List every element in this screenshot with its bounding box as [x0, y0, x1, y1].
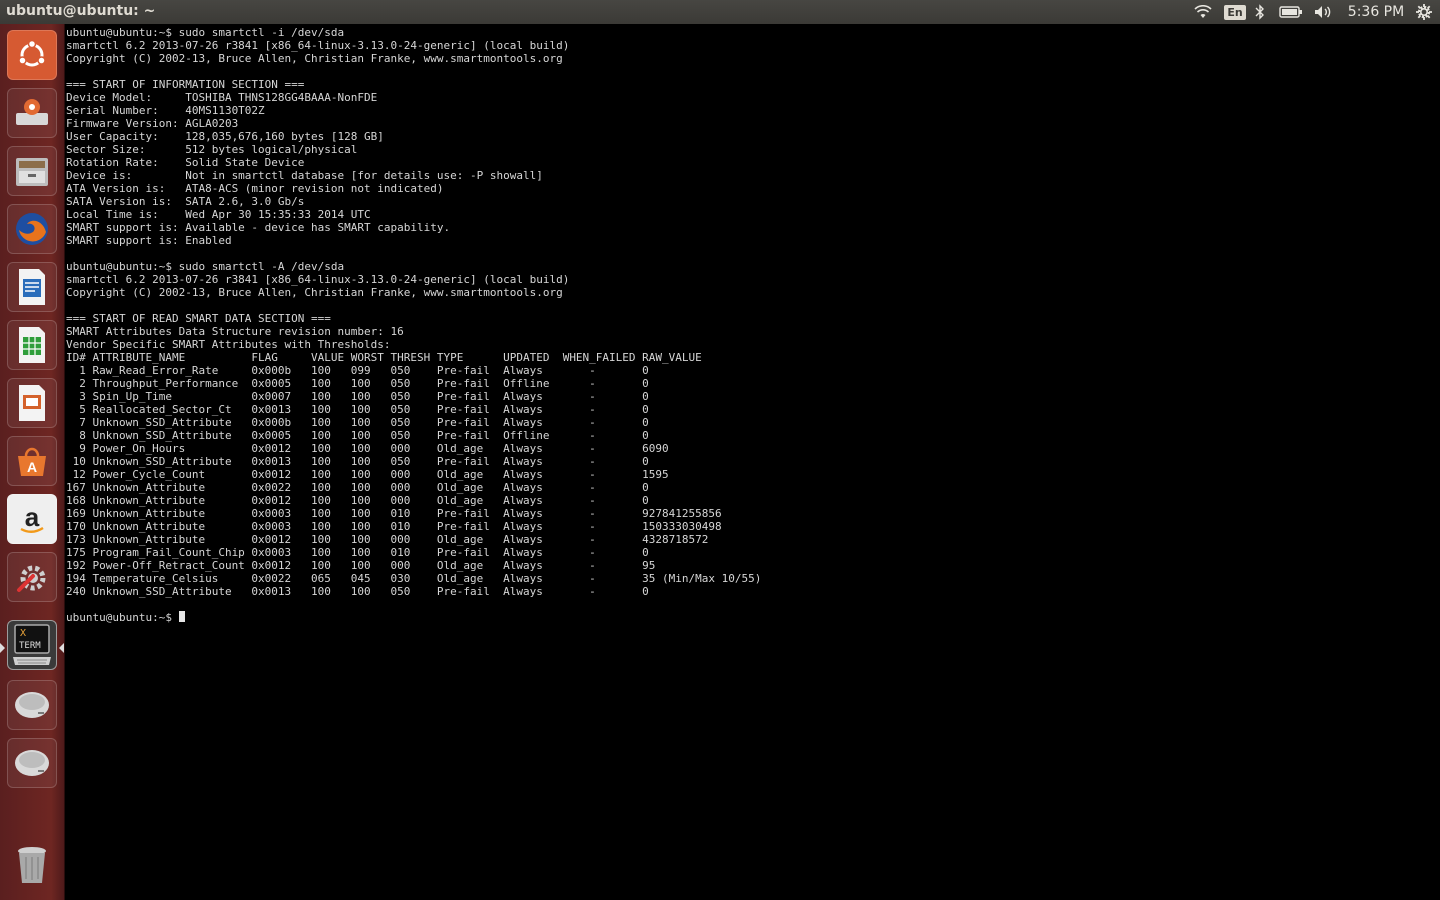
terminal-line: Firmware Version: AGLA0203 — [66, 117, 239, 130]
terminal-line: 169 Unknown_Attribute 0x0003 100 100 010… — [66, 507, 722, 520]
terminal-line: SATA Version is: SATA 2.6, 3.0 Gb/s — [66, 195, 305, 208]
terminal-line: === START OF READ SMART DATA SECTION === — [66, 312, 331, 325]
libreoffice-impress-icon[interactable] — [7, 378, 57, 428]
terminal-line: Copyright (C) 2002-13, Bruce Allen, Chri… — [66, 52, 563, 65]
svg-text:A: A — [27, 459, 37, 475]
terminal-line: Device is: Not in smartctl database [for… — [66, 169, 543, 182]
terminal-line: User Capacity: 128,035,676,160 bytes [12… — [66, 130, 384, 143]
terminal-line: 173 Unknown_Attribute 0x0012 100 100 000… — [66, 533, 709, 546]
svg-text:TERM: TERM — [19, 641, 41, 651]
terminal-cursor — [178, 611, 185, 622]
terminal-line: ID# ATTRIBUTE_NAME FLAG VALUE WORST THRE… — [66, 351, 702, 364]
terminal-output[interactable]: ubuntu@ubuntu:~$ sudo smartctl -i /dev/s… — [66, 26, 1436, 896]
terminal-line: smartctl 6.2 2013-07-26 r3841 [x86_64-li… — [66, 273, 570, 286]
amazon-icon[interactable]: a — [7, 494, 57, 544]
terminal-line: ubuntu@ubuntu:~$ sudo smartctl -i /dev/s… — [66, 26, 345, 39]
terminal-line: Device Model: TOSHIBA THNS128GG4BAAA-Non… — [66, 91, 378, 104]
terminal-line: 10 Unknown_SSD_Attribute 0x0013 100 100 … — [66, 455, 649, 468]
terminal-line: Sector Size: 512 bytes logical/physical — [66, 143, 358, 156]
terminal-prompt: ubuntu@ubuntu:~$ — [66, 611, 179, 624]
terminal-line: Rotation Rate: Solid State Device — [66, 156, 305, 169]
terminal-line: Vendor Specific SMART Attributes with Th… — [66, 338, 391, 351]
terminal-line: ubuntu@ubuntu:~$ sudo smartctl -A /dev/s… — [66, 260, 345, 273]
focus-indicator — [59, 643, 64, 653]
language-label: En — [1224, 4, 1246, 20]
terminal-line: SMART support is: Enabled — [66, 234, 232, 247]
firefox-icon[interactable] — [7, 204, 57, 254]
terminal-line: 167 Unknown_Attribute 0x0022 100 100 000… — [66, 481, 649, 494]
terminal-line: 175 Program_Fail_Count_Chip 0x0003 100 1… — [66, 546, 649, 559]
xterm-icon[interactable]: X TERM — [7, 620, 57, 670]
system-installer-icon[interactable] — [7, 88, 57, 138]
keyboard-language-icon[interactable]: En — [1224, 0, 1246, 24]
terminal-line: Copyright (C) 2002-13, Bruce Allen, Chri… — [66, 286, 563, 299]
terminal-prompt-line[interactable]: ubuntu@ubuntu:~$ — [66, 611, 1436, 624]
terminal-line: ATA Version is: ATA8-ACS (minor revision… — [66, 182, 444, 195]
terminal-line: 168 Unknown_Attribute 0x0012 100 100 000… — [66, 494, 649, 507]
wifi-icon[interactable] — [1192, 0, 1214, 24]
clock[interactable]: 5:36 PM — [1344, 0, 1408, 24]
session-gear-icon[interactable] — [1412, 0, 1436, 24]
terminal-line: 8 Unknown_SSD_Attribute 0x0005 100 100 0… — [66, 429, 649, 442]
volume-icon[interactable] — [1312, 0, 1334, 24]
drive-icon[interactable] — [7, 738, 57, 788]
trash-icon[interactable] — [7, 840, 57, 890]
terminal-line: 1 Raw_Read_Error_Rate 0x000b 100 099 050… — [66, 364, 649, 377]
window-title: ubuntu@ubuntu: ~ — [6, 3, 156, 19]
terminal-line: 170 Unknown_Attribute 0x0003 100 100 010… — [66, 520, 722, 533]
terminal-line: 5 Reallocated_Sector_Ct 0x0013 100 100 0… — [66, 403, 649, 416]
terminal-line: 2 Throughput_Performance 0x0005 100 100 … — [66, 377, 649, 390]
ubuntu-dash-icon[interactable] — [7, 30, 57, 80]
battery-icon[interactable] — [1278, 0, 1304, 24]
terminal-line: 194 Temperature_Celsius 0x0022 065 045 0… — [66, 572, 762, 585]
terminal-line: smartctl 6.2 2013-07-26 r3841 [x86_64-li… — [66, 39, 570, 52]
active-indicator — [0, 643, 5, 653]
software-center-icon[interactable]: A — [7, 436, 57, 486]
libreoffice-calc-icon[interactable] — [7, 320, 57, 370]
svg-text:X: X — [20, 628, 26, 639]
bluetooth-icon[interactable] — [1253, 0, 1267, 24]
terminal-line: 7 Unknown_SSD_Attribute 0x000b 100 100 0… — [66, 416, 649, 429]
terminal-line: SMART Attributes Data Structure revision… — [66, 325, 404, 338]
drive-icon[interactable] — [7, 680, 57, 730]
terminal-line: 240 Unknown_SSD_Attribute 0x0013 100 100… — [66, 585, 649, 598]
libreoffice-writer-icon[interactable] — [7, 262, 57, 312]
terminal-line: === START OF INFORMATION SECTION === — [66, 78, 305, 91]
launcher: A a X TERM — [0, 24, 65, 900]
terminal-line: 192 Power-Off_Retract_Count 0x0012 100 1… — [66, 559, 656, 572]
terminal-line: Serial Number: 40MS1130T02Z — [66, 104, 265, 117]
terminal-line: SMART support is: Available - device has… — [66, 221, 451, 234]
files-icon[interactable] — [7, 146, 57, 196]
terminal-line: 12 Power_Cycle_Count 0x0012 100 100 000 … — [66, 468, 669, 481]
system-settings-icon[interactable] — [7, 552, 57, 602]
terminal-line: 9 Power_On_Hours 0x0012 100 100 000 Old_… — [66, 442, 669, 455]
terminal-line: 3 Spin_Up_Time 0x0007 100 100 050 Pre-fa… — [66, 390, 649, 403]
svg-text:a: a — [25, 502, 40, 532]
top-panel: ubuntu@ubuntu: ~ En 5:36 PM — [0, 0, 1440, 24]
terminal-line: Local Time is: Wed Apr 30 15:35:33 2014 … — [66, 208, 371, 221]
